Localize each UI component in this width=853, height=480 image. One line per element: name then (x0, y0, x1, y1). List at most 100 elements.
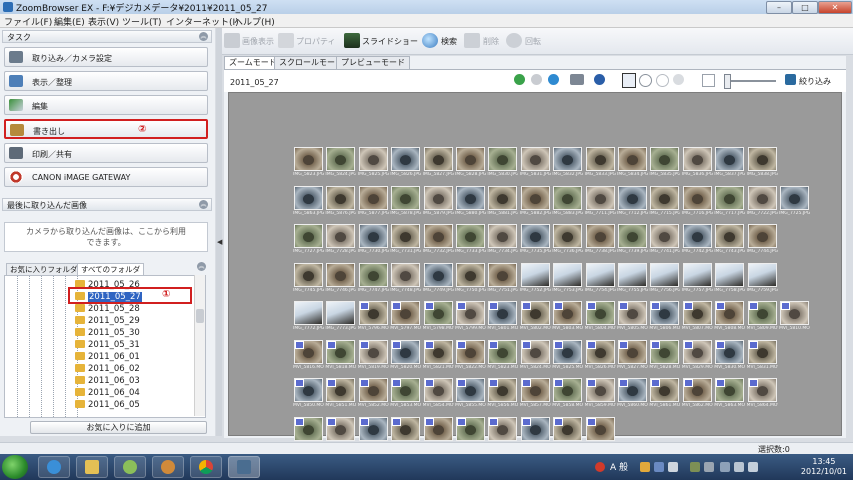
thumbnail-item[interactable]: MVI_5864.MOV (747, 378, 778, 416)
folder-item[interactable]: 2011_05_29 (75, 315, 140, 327)
thumbnail-item[interactable]: IMG_5826.JPG (390, 147, 421, 185)
folder-scrollbar[interactable] (194, 275, 205, 416)
thumbnail-item[interactable]: IMG_5836.JPG (682, 147, 713, 185)
taskbar-app-4[interactable] (152, 456, 184, 478)
taskbar-ie[interactable] (38, 456, 70, 478)
thumbnail-item[interactable]: MVI_5857.MOV (520, 378, 551, 416)
thumbnail-item[interactable]: MVI_5797.MOV (390, 301, 421, 339)
thumbnail-item[interactable]: IMG_7752.JPG (520, 262, 551, 301)
thumbnail-item[interactable]: IMG_5832.JPG (552, 147, 583, 185)
folder-item[interactable]: 2011_06_01 (75, 351, 140, 363)
thumbnail-item[interactable]: IMG_7759.JPG (747, 262, 778, 301)
folder-item[interactable]: 2011_05_31 (75, 339, 140, 351)
thumbnail-item[interactable]: MVI_5825.MOV (552, 339, 583, 378)
thumbnail-item[interactable]: IMG_7739.JPG (617, 224, 648, 262)
thumbnail-item[interactable]: IMG_7742.JPG (682, 224, 713, 262)
add-favorite-button[interactable]: お気に入りに追加 (30, 421, 207, 434)
thumbnail-item[interactable]: IMG_7773.JPG (325, 301, 356, 339)
thumbnail-item[interactable]: MVI_5827.MOV (617, 339, 648, 378)
thumbnail-item[interactable]: IMG_7757.JPG (682, 262, 713, 301)
task-edit-button[interactable]: 編集 (4, 95, 208, 115)
thumbnail-item[interactable]: MVI_5859.MOV (585, 378, 616, 416)
thumbnail-item[interactable]: IMG_7754.JPG (585, 262, 616, 301)
tray-icon[interactable] (654, 462, 664, 472)
display-options-icon[interactable] (570, 74, 584, 85)
ime-indicator[interactable]: A 般 (610, 460, 628, 473)
thumbnail-item[interactable]: IMG_5837.JPG (714, 147, 745, 185)
thumbnail-item[interactable]: IMG_7728.JPG (325, 224, 356, 262)
task-gateway-button[interactable]: CANON iMAGE GATEWAY (4, 167, 208, 187)
thumbnail-item[interactable]: IMG_5881.JPG (487, 185, 518, 224)
folder-item[interactable]: 2011_06_05 (75, 399, 140, 411)
scrollbar-thumb[interactable] (196, 309, 204, 323)
thumbnail-item[interactable]: MVI_5798.MOV (423, 301, 454, 339)
start-button[interactable] (2, 455, 28, 479)
thumbnail-item[interactable]: MVI_5861.MOV (649, 378, 680, 416)
collapse-icon[interactable]: ︽ (199, 200, 208, 209)
thumbnail-item[interactable]: IMG_7712.JPG (617, 185, 648, 224)
menu-tools[interactable]: ツール(T) (122, 15, 162, 28)
thumbnail-item[interactable]: IMG_7725.JPG (779, 185, 810, 224)
thumbnail-item[interactable]: IMG_5877.JPG (358, 185, 389, 224)
folder-item[interactable]: 2011_06_03 (75, 375, 140, 387)
menu-internet[interactable]: インターネット(I) (166, 15, 239, 28)
tray-icon[interactable] (748, 462, 758, 472)
thumbnail-item[interactable]: IMG_5825.JPG (358, 147, 389, 185)
thumbnail-item[interactable]: IMG_7738.JPG (585, 224, 616, 262)
thumbnail-item[interactable]: MVI_5805.MOV (617, 301, 648, 339)
thumbnail-item[interactable]: IMG_5882.JPG (520, 185, 551, 224)
panel-splitter[interactable]: ◀ (216, 28, 222, 436)
thumbnail-item[interactable]: IMG_7741.JPG (649, 224, 680, 262)
thumbnail-item[interactable]: IMG_7745.JPG (293, 262, 324, 301)
thumbnail-item[interactable]: IMG_5876.JPG (325, 185, 356, 224)
thumbnail-item[interactable]: MVI_5796.MOV (358, 301, 389, 339)
menu-view[interactable]: 表示(V) (88, 15, 119, 28)
tray-icon[interactable] (690, 462, 700, 472)
thumbnail-item[interactable]: IMG_7743.JPG (714, 224, 745, 262)
thumbnail-item[interactable]: IMG_7751.JPG (487, 262, 518, 301)
tray-icon[interactable] (595, 462, 605, 472)
taskbar-chrome[interactable] (190, 456, 222, 478)
thumbnail-item[interactable]: IMG_5834.JPG (617, 147, 648, 185)
thumbnail-item[interactable]: IMG_7717.JPG (714, 185, 745, 224)
properties-button[interactable]: プロパティ (296, 36, 336, 47)
thumbnail-item[interactable]: IMG_5879.JPG (423, 185, 454, 224)
thumbnail-item[interactable]: MVI_5850.MOV (293, 378, 324, 416)
network-icon[interactable] (720, 462, 730, 472)
filter-button[interactable]: 絞り込み (799, 76, 831, 87)
thumbnail-item[interactable]: IMG_7746.JPG (325, 262, 356, 301)
tab-preview-mode[interactable]: プレビューモード (336, 56, 410, 69)
thumbnail-item[interactable]: IMG_7750.JPG (455, 262, 486, 301)
tray-icon[interactable] (668, 462, 678, 472)
thumbnail-item[interactable]: IMG_7716.JPG (682, 185, 713, 224)
thumbnail-item[interactable]: IMG_7730.JPG (358, 224, 389, 262)
delete-button[interactable]: 削除 (483, 36, 499, 47)
thumbnail-item[interactable]: IMG_5830.JPG (487, 147, 518, 185)
thumbnail-item[interactable]: IMG_5863.JPG (293, 185, 324, 224)
close-button[interactable]: ✕ (818, 1, 852, 14)
thumbnail-item[interactable]: IMG_5838.JPG (747, 147, 778, 185)
menu-help[interactable]: ヘルプ(H) (234, 15, 275, 28)
thumbnail-item[interactable]: IMG_5835.JPG (649, 147, 680, 185)
collapse-icon[interactable]: ︽ (197, 262, 206, 271)
rotate-button[interactable]: 回転 (525, 36, 541, 47)
thumbnail-item[interactable]: MVI_5807.MOV (682, 301, 713, 339)
thumbnail-item[interactable]: IMG_5824.JPG (325, 147, 356, 185)
thumbnail-item[interactable]: IMG_7756.JPG (649, 262, 680, 301)
tray-icon[interactable] (640, 462, 650, 472)
slideshow-button[interactable]: スライドショー (362, 36, 418, 47)
volume-icon[interactable] (734, 462, 744, 472)
thumbnail-item[interactable]: MVI_5823.MOV (487, 339, 518, 378)
thumbnail-item[interactable]: MVI_5858.MOV (552, 378, 583, 416)
thumbnail-item[interactable]: IMG_7772.JPG (293, 301, 324, 339)
thumbnail-item[interactable]: IMG_7749.JPG (423, 262, 454, 301)
thumbnail-item[interactable]: MVI_5852.MOV (358, 378, 389, 416)
thumbnail-item[interactable]: IMG_7733.JPG (455, 224, 486, 262)
thumbnail-item[interactable]: MVI_5855.MOV (455, 378, 486, 416)
folder-item[interactable]: 2011_05_30 (75, 327, 140, 339)
thumbnail-item[interactable]: MVI_5829.MOV (682, 339, 713, 378)
thumbnail-item[interactable]: IMG_7748.JPG (390, 262, 421, 301)
taskbar-zoombrowser[interactable] (228, 456, 260, 478)
thumbnail-item[interactable]: IMG_5883.JPG (552, 185, 583, 224)
thumbnail-item[interactable]: MVI_5809.MOV (747, 301, 778, 339)
